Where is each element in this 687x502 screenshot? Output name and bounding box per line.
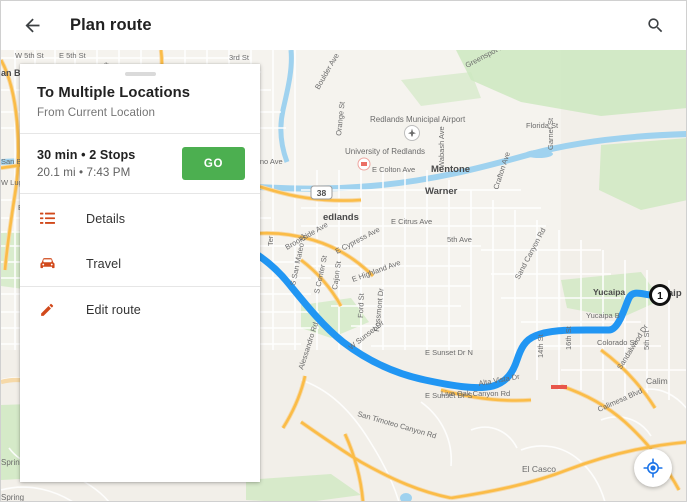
svg-text:W 5th St: W 5th St bbox=[15, 51, 45, 60]
menu-label-details: Details bbox=[86, 211, 126, 226]
svg-text:El Casco: El Casco bbox=[522, 464, 556, 474]
svg-text:Live Oak Canyon Rd: Live Oak Canyon Rd bbox=[441, 389, 510, 398]
list-details-icon bbox=[37, 209, 57, 229]
menu-item-edit-route[interactable]: Edit route bbox=[20, 287, 260, 332]
svg-text:Mentone: Mentone bbox=[431, 164, 470, 175]
svg-text:Wabash Ave: Wabash Ave bbox=[437, 126, 446, 168]
menu-item-details[interactable]: Details bbox=[20, 196, 260, 241]
menu-label-edit-route: Edit route bbox=[86, 302, 141, 317]
svg-text:38: 38 bbox=[317, 188, 327, 198]
airport-poi-icon bbox=[404, 125, 420, 141]
svg-text:Ford St: Ford St bbox=[356, 292, 366, 318]
svg-text:E Colton Ave: E Colton Ave bbox=[372, 165, 415, 174]
my-location-crosshair-icon bbox=[643, 458, 663, 478]
panel-header: To Multiple Locations From Current Locat… bbox=[20, 76, 260, 133]
plan-route-screen: W 5th St E 5th St 3rd St an B Boulder Av… bbox=[0, 0, 687, 502]
svg-text:Garnet St: Garnet St bbox=[546, 117, 555, 150]
svg-text:Spring: Spring bbox=[1, 493, 24, 502]
svg-text:5th Ave: 5th Ave bbox=[447, 235, 472, 244]
svg-text:Calim: Calim bbox=[646, 376, 668, 386]
svg-text:E Citrus Ave: E Citrus Ave bbox=[391, 217, 432, 226]
svg-text:Yucaipa B: Yucaipa B bbox=[586, 311, 620, 320]
destination-title: To Multiple Locations bbox=[37, 85, 191, 101]
origin-subtitle: From Current Location bbox=[37, 106, 156, 119]
pencil-edit-icon bbox=[37, 300, 57, 320]
app-bar: Plan route bbox=[1, 1, 686, 50]
car-icon bbox=[37, 254, 57, 274]
go-button[interactable]: GO bbox=[182, 147, 245, 180]
trip-duration-stops: 30 min • 2 Stops bbox=[37, 148, 136, 162]
marker-stop-1: 1 bbox=[649, 284, 671, 306]
menu-item-travel[interactable]: Travel bbox=[20, 241, 260, 286]
trip-distance-eta: 20.1 mi • 7:43 PM bbox=[37, 166, 131, 179]
svg-text:edlands: edlands bbox=[323, 212, 359, 223]
university-poi-icon bbox=[357, 157, 371, 171]
arrow-left-icon bbox=[25, 18, 39, 33]
trip-info: 30 min • 2 Stops 20.1 mi • 7:43 PM bbox=[37, 148, 182, 179]
svg-text:1: 1 bbox=[657, 290, 663, 302]
back-button[interactable] bbox=[15, 9, 49, 43]
highway-shield-38: 38 bbox=[310, 185, 333, 200]
svg-text:E Sunset Dr N: E Sunset Dr N bbox=[425, 348, 473, 357]
panel-menu: Details Travel Edit route bbox=[20, 194, 260, 332]
svg-text:an B: an B bbox=[1, 68, 21, 78]
svg-text:16th St: 16th St bbox=[564, 325, 573, 350]
search-button[interactable] bbox=[638, 9, 672, 43]
svg-text:E 5th St: E 5th St bbox=[59, 51, 87, 60]
svg-text:3rd St: 3rd St bbox=[229, 53, 250, 62]
my-location-button[interactable] bbox=[634, 449, 672, 487]
svg-text:Yucaipa: Yucaipa bbox=[593, 287, 625, 297]
svg-text:University of Redlands: University of Redlands bbox=[345, 147, 425, 156]
trip-summary-row: 30 min • 2 Stops 20.1 mi • 7:43 PM GO bbox=[20, 134, 260, 193]
route-summary-panel: To Multiple Locations From Current Locat… bbox=[20, 64, 260, 482]
menu-label-travel: Travel bbox=[86, 256, 122, 271]
svg-text:Redlands Municipal Airport: Redlands Municipal Airport bbox=[370, 115, 466, 124]
svg-text:Ter: Ter bbox=[266, 235, 275, 246]
svg-text:Warner: Warner bbox=[425, 186, 458, 197]
search-icon bbox=[647, 18, 662, 33]
svg-text:14th St: 14th St bbox=[536, 333, 545, 358]
page-title: Plan route bbox=[70, 16, 152, 34]
